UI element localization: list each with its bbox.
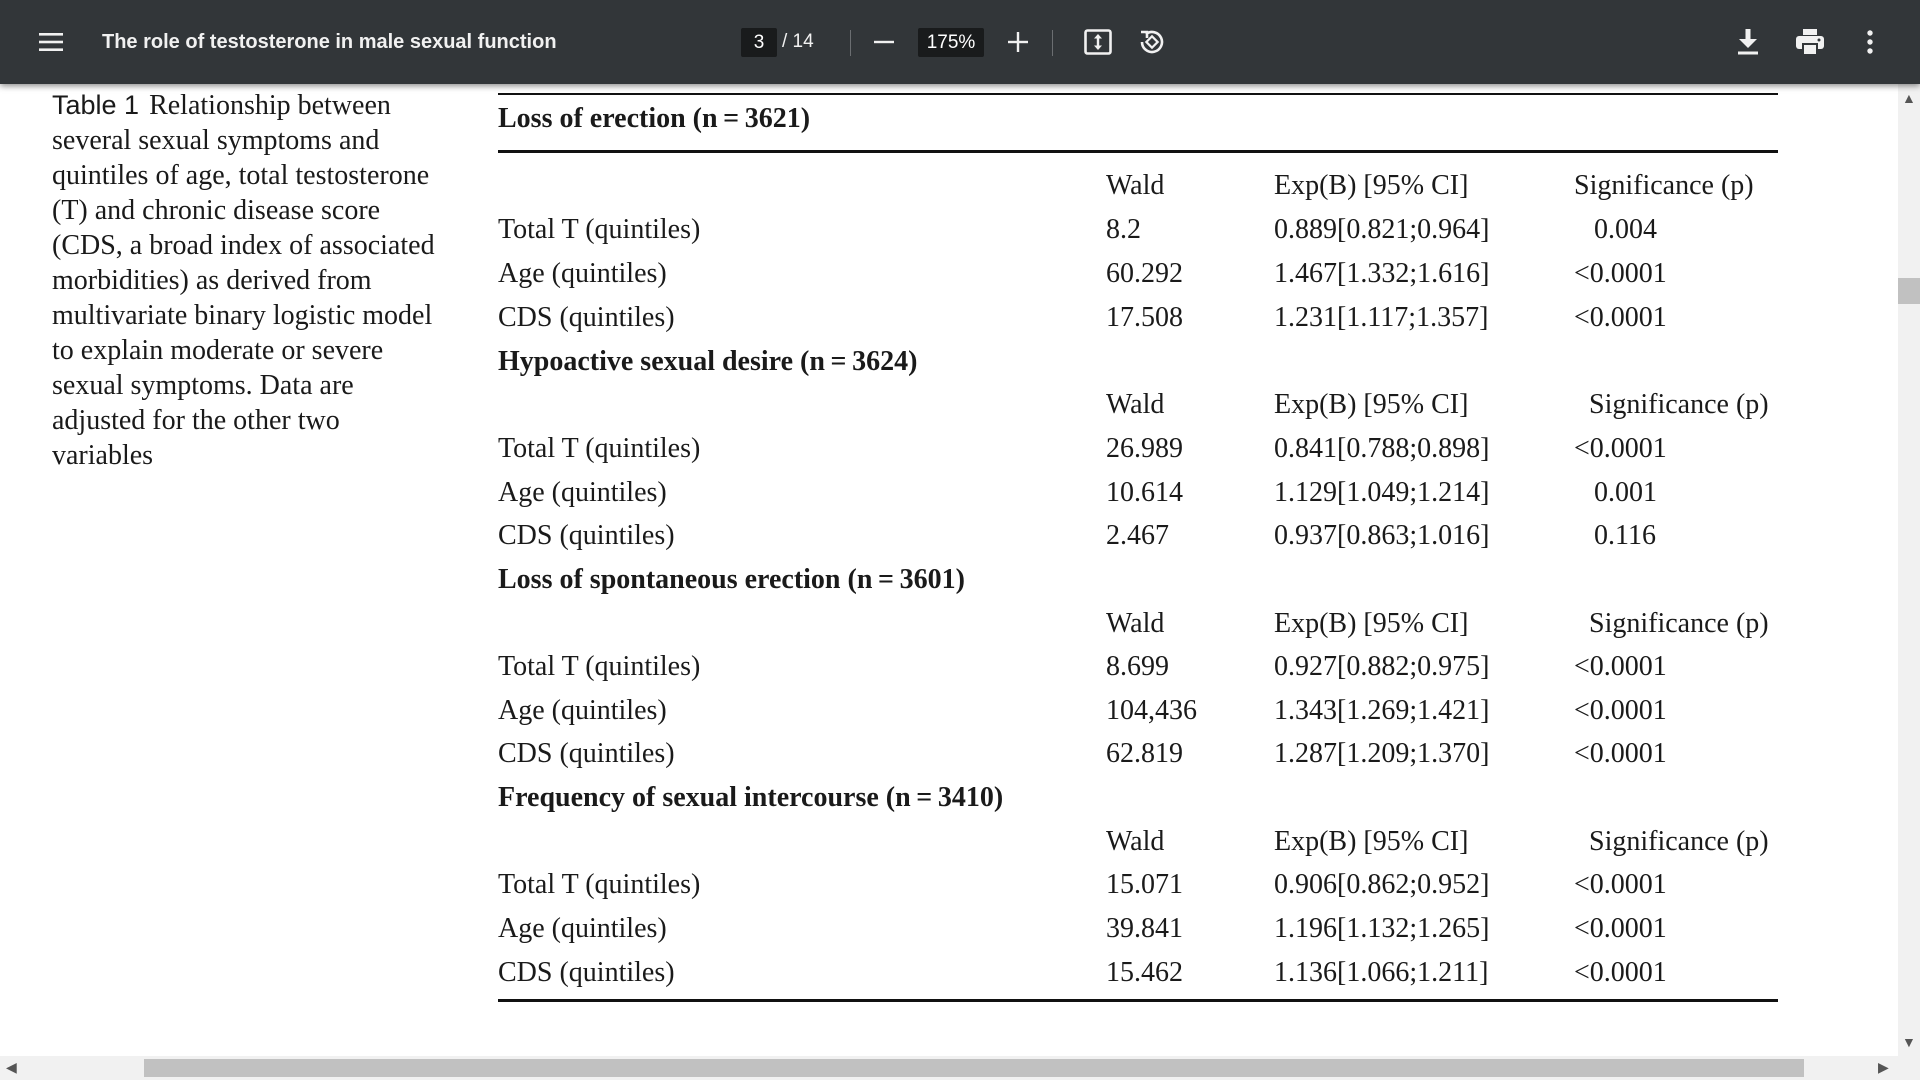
table-row: Age (quintiles) 39.841 1.196[1.132;1.265… xyxy=(498,913,1667,944)
section-title: Frequency of sexual intercourse (n = 341… xyxy=(498,782,1004,813)
zoom-level-input[interactable]: 175% xyxy=(918,28,984,57)
table-row: Total T (quintiles) 8.699 0.927[0.882;0.… xyxy=(498,651,1667,682)
vertical-scrollbar[interactable]: ▲ ▼ xyxy=(1898,84,1920,1056)
header-wald: Wald xyxy=(1106,389,1165,420)
scroll-right-icon[interactable]: ▶ xyxy=(1878,1059,1889,1076)
horizontal-scroll-thumb[interactable] xyxy=(144,1059,1804,1077)
fit-to-page-icon xyxy=(1084,29,1112,55)
header-exp: Exp(B) [95% CI] xyxy=(1274,826,1469,857)
table-top-rule xyxy=(498,93,1778,95)
more-options-button[interactable] xyxy=(1852,0,1888,84)
header-wald: Wald xyxy=(1106,170,1165,201)
print-icon xyxy=(1796,29,1824,55)
table-row: Total T (quintiles) 8.2 0.889[0.821;0.96… xyxy=(498,214,1657,245)
minus-icon xyxy=(874,40,894,44)
caption-text: Relationship between several sexual symp… xyxy=(52,90,435,471)
download-icon xyxy=(1738,29,1758,55)
table-caption: Table 1 Relationship between several sexu… xyxy=(52,88,447,473)
header-significance: Significance (p) xyxy=(1589,608,1769,639)
scrollbar-corner xyxy=(1898,1056,1920,1080)
pdf-toolbar: The role of testosterone in male sexual … xyxy=(0,0,1920,84)
table-row: Age (quintiles) 104,436 1.343[1.269;1.42… xyxy=(498,695,1667,726)
zoom-in-button[interactable] xyxy=(1000,0,1036,84)
vertical-scroll-thumb[interactable] xyxy=(1898,278,1920,304)
section-title: Loss of spontaneous erection (n = 3601) xyxy=(498,564,965,595)
page-total: / 14 xyxy=(782,31,814,52)
page-number-input[interactable]: 3 xyxy=(741,28,777,57)
table-row: CDS (quintiles) 15.462 1.136[1.066;1.211… xyxy=(498,957,1667,988)
header-exp: Exp(B) [95% CI] xyxy=(1274,389,1469,420)
header-wald: Wald xyxy=(1106,608,1165,639)
header-wald: Wald xyxy=(1106,826,1165,857)
header-exp: Exp(B) [95% CI] xyxy=(1274,608,1469,639)
header-significance: Significance (p) xyxy=(1589,826,1769,857)
scroll-up-icon[interactable]: ▲ xyxy=(1902,90,1916,106)
table-header-rule xyxy=(498,150,1778,153)
section-title: Loss of erection (n = 3621) xyxy=(498,103,811,134)
table-row: Age (quintiles) 10.614 1.129[1.049;1.214… xyxy=(498,477,1657,508)
column-header-row: Wald Exp(B) [95% CI] Significance (p) xyxy=(498,383,1778,427)
table-row: CDS (quintiles) 62.819 1.287[1.209;1.370… xyxy=(498,738,1667,769)
horizontal-scrollbar[interactable]: ◀ ▶ xyxy=(0,1056,1898,1080)
table-row: Total T (quintiles) 15.071 0.906[0.862;0… xyxy=(498,869,1667,900)
table-row: Total T (quintiles) 26.989 0.841[0.788;0… xyxy=(498,433,1667,464)
header-significance: Significance (p) xyxy=(1589,389,1769,420)
column-header-row: Wald Exp(B) [95% CI] Significance (p) xyxy=(498,164,1778,208)
document-title: The role of testosterone in male sexual … xyxy=(102,30,557,53)
toolbar-divider xyxy=(1052,30,1053,56)
print-button[interactable] xyxy=(1790,0,1830,84)
column-header-row: Wald Exp(B) [95% CI] Significance (p) xyxy=(498,820,1778,864)
table-bottom-rule xyxy=(498,999,1778,1002)
header-significance: Significance (p) xyxy=(1574,170,1754,201)
section-title: Hypoactive sexual desire (n = 3624) xyxy=(498,346,918,377)
plus-icon xyxy=(1008,32,1028,52)
download-button[interactable] xyxy=(1730,0,1766,84)
table-row: Age (quintiles) 60.292 1.467[1.332;1.616… xyxy=(498,258,1667,289)
pdf-page: Table 1 Relationship between several sexu… xyxy=(0,84,1898,1056)
column-header-row: Wald Exp(B) [95% CI] Significance (p) xyxy=(498,602,1778,646)
menu-icon[interactable] xyxy=(30,0,72,84)
caption-label: Table 1 xyxy=(52,90,140,120)
more-vertical-icon xyxy=(1867,30,1873,54)
zoom-out-button[interactable] xyxy=(866,0,902,84)
header-exp: Exp(B) [95% CI] xyxy=(1274,170,1469,201)
table-row: CDS (quintiles) 2.467 0.937[0.863;1.016]… xyxy=(498,520,1656,551)
rotate-button[interactable] xyxy=(1134,0,1170,84)
fit-to-page-button[interactable] xyxy=(1080,0,1116,84)
toolbar-divider xyxy=(850,30,851,56)
table-row: CDS (quintiles) 17.508 1.231[1.117;1.357… xyxy=(498,302,1667,333)
rotate-icon xyxy=(1140,30,1164,54)
scroll-down-icon[interactable]: ▼ xyxy=(1902,1034,1916,1050)
scroll-left-icon[interactable]: ◀ xyxy=(6,1059,17,1076)
